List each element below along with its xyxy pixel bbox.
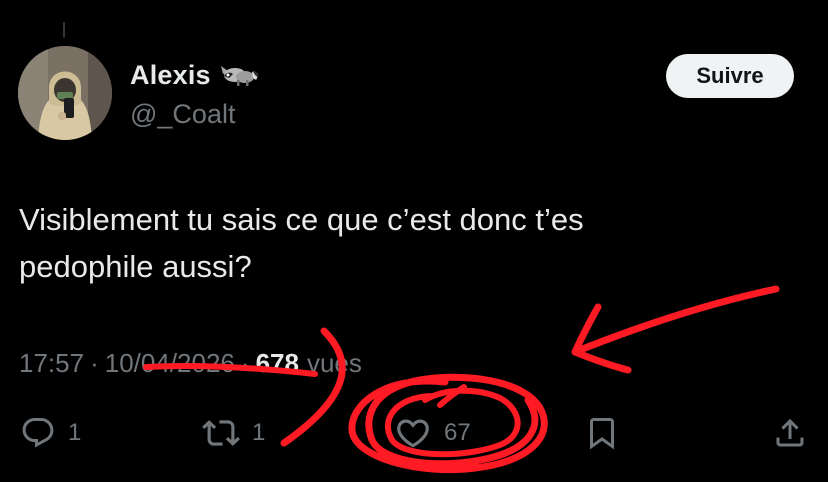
reply-button[interactable]: 1 (20, 414, 81, 452)
retweet-icon (202, 414, 240, 452)
raccoon-emoji-icon (219, 62, 259, 88)
follow-button[interactable]: Suivre (666, 54, 794, 98)
author-handle[interactable]: @_Coalt (130, 99, 235, 130)
reply-count: 1 (68, 419, 82, 446)
share-button[interactable] (772, 414, 808, 452)
tweet-metadata: 17:57 · 10/04/2026 · 678 vues (19, 345, 362, 381)
reply-icon (20, 415, 56, 451)
red-scribble-tail (437, 384, 467, 408)
heart-icon (394, 414, 432, 452)
profile-photo-avatar (18, 46, 112, 140)
bookmark-icon (584, 415, 620, 451)
tweet-time[interactable]: 17:57 (19, 348, 84, 379)
tweet-text: Visiblement tu sais ce que c’est donc t’… (19, 202, 584, 284)
like-count: 67 (444, 419, 471, 446)
avatar[interactable] (18, 46, 112, 140)
bookmark-button[interactable] (584, 414, 620, 452)
meta-separator: · (240, 347, 250, 378)
tweet-date[interactable]: 10/04/2026 (105, 348, 235, 379)
display-name[interactable]: Alexis (130, 60, 211, 91)
retweet-button[interactable]: 1 (202, 414, 265, 452)
share-icon (772, 415, 808, 451)
views-count[interactable]: 678 (256, 348, 299, 379)
red-arrow-scribble-right (571, 285, 780, 374)
like-button[interactable]: 67 (394, 414, 471, 452)
retweet-count: 1 (252, 419, 266, 446)
meta-separator: · (90, 347, 99, 378)
views-label: vues (306, 347, 362, 378)
author-name-row: Alexis (130, 58, 259, 92)
thread-connector-line (63, 22, 65, 38)
